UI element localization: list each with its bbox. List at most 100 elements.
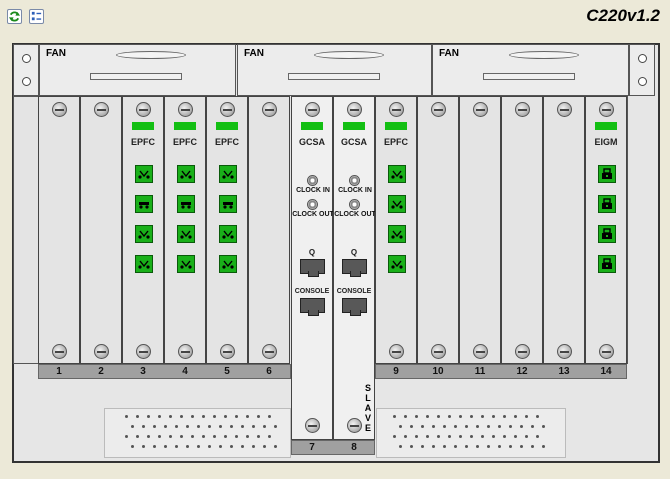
bottom-screw [473, 344, 488, 359]
fan-tray-1[interactable]: FAN [39, 44, 236, 96]
mount-hole [22, 54, 31, 63]
vent-hole [185, 445, 189, 448]
bottom-screw [52, 344, 67, 359]
fiber-port[interactable] [177, 255, 195, 273]
gbic-port-icon [600, 197, 614, 211]
clock-out-connector[interactable] [349, 199, 360, 210]
vent-hole [152, 425, 156, 428]
fan-tray-2[interactable]: FAN [237, 44, 432, 96]
vent-hole [152, 445, 156, 448]
vent-hole [229, 445, 233, 448]
slave-label: SLAVE [364, 383, 372, 433]
vent-hole [426, 435, 429, 438]
bottom-screw [136, 344, 151, 359]
fiber-port[interactable] [388, 165, 406, 183]
clock-in-connector[interactable] [349, 175, 360, 186]
refresh-button[interactable] [7, 9, 22, 24]
fiber-port-icon [179, 167, 193, 181]
right-blank-column [627, 96, 658, 364]
slot-13[interactable] [543, 96, 585, 364]
fiber-port[interactable] [388, 255, 406, 273]
fiber-port[interactable] [177, 165, 195, 183]
console-port[interactable] [300, 298, 325, 316]
slot-12[interactable] [501, 96, 543, 364]
fiber-port[interactable] [219, 255, 237, 273]
clock-in-connector[interactable] [307, 175, 318, 186]
slot-2[interactable] [80, 96, 122, 364]
fiber-port[interactable] [388, 195, 406, 213]
vent-hole [141, 425, 145, 428]
slot-number: 12 [516, 366, 528, 377]
bottom-screw [557, 344, 572, 359]
slot-number: 1 [56, 366, 62, 377]
vent-hole [437, 435, 440, 438]
fiber-port[interactable] [219, 165, 237, 183]
q-port[interactable] [300, 259, 325, 277]
fiber-port-icon [390, 257, 404, 271]
console-port[interactable] [342, 298, 367, 316]
bottom-screw [599, 344, 614, 359]
gbic-port[interactable] [598, 195, 616, 213]
vent-hole [163, 425, 167, 428]
gbic-port[interactable] [598, 225, 616, 243]
vent-hole [262, 445, 266, 448]
top-screw [178, 102, 193, 117]
slot-number: 9 [393, 366, 399, 377]
slot-5[interactable]: EPFC [206, 96, 248, 364]
status-led [595, 122, 617, 130]
vent-hole [464, 445, 468, 448]
card-label: EPFC [130, 137, 155, 147]
vent-hole [235, 415, 238, 418]
card-label: EPFC [383, 137, 408, 147]
clock-out-connector[interactable] [307, 199, 318, 210]
slot-9[interactable]: EPFC [375, 96, 417, 364]
vent-hole [163, 445, 167, 448]
gbic-port[interactable] [598, 255, 616, 273]
vent-grille-right [376, 408, 566, 458]
vent-hole [514, 435, 517, 438]
vent-grille-left [104, 408, 291, 458]
fiber-port[interactable] [388, 225, 406, 243]
top-screw [431, 102, 446, 117]
status-led [174, 122, 196, 130]
top-screw [599, 102, 614, 117]
slot-7[interactable]: GCSA CLOCK IN CLOCK OUT Q CONSOLE [291, 96, 334, 440]
vent-hole [257, 415, 260, 418]
fan-tray-3[interactable]: FAN [432, 44, 629, 96]
vent-hole [431, 425, 435, 428]
vent-hole [541, 425, 545, 428]
vent-hole [251, 425, 255, 428]
slot-6[interactable] [248, 96, 290, 364]
slot-14[interactable]: EIGM [585, 96, 627, 364]
vent-hole [486, 445, 490, 448]
fiber-port[interactable] [135, 195, 153, 213]
properties-button[interactable] [29, 9, 44, 24]
fan-label: FAN [46, 48, 66, 59]
fiber-port[interactable] [177, 225, 195, 243]
fiber-port[interactable] [135, 165, 153, 183]
fiber-port[interactable] [219, 195, 237, 213]
vent-hole [246, 435, 249, 438]
vent-hole [268, 415, 271, 418]
vent-hole [508, 445, 512, 448]
slot-number: 5 [224, 366, 230, 377]
slot-4[interactable]: EPFC [164, 96, 206, 364]
fiber-port[interactable] [135, 255, 153, 273]
vent-hole [541, 445, 545, 448]
fiber-port[interactable] [177, 195, 195, 213]
vent-hole [141, 445, 145, 448]
q-port-label: Q [350, 248, 358, 257]
slot-1[interactable] [38, 96, 80, 364]
status-led [216, 122, 238, 130]
vent-hole [202, 415, 205, 418]
slot-10[interactable] [417, 96, 459, 364]
q-port[interactable] [342, 259, 367, 277]
slot-number: 2 [98, 366, 104, 377]
fiber-port[interactable] [135, 225, 153, 243]
slot-number: 14 [600, 366, 612, 377]
gbic-port[interactable] [598, 165, 616, 183]
slot-11[interactable] [459, 96, 501, 364]
slot-3[interactable]: EPFC [122, 96, 164, 364]
vent-hole [169, 415, 172, 418]
fiber-port[interactable] [219, 225, 237, 243]
